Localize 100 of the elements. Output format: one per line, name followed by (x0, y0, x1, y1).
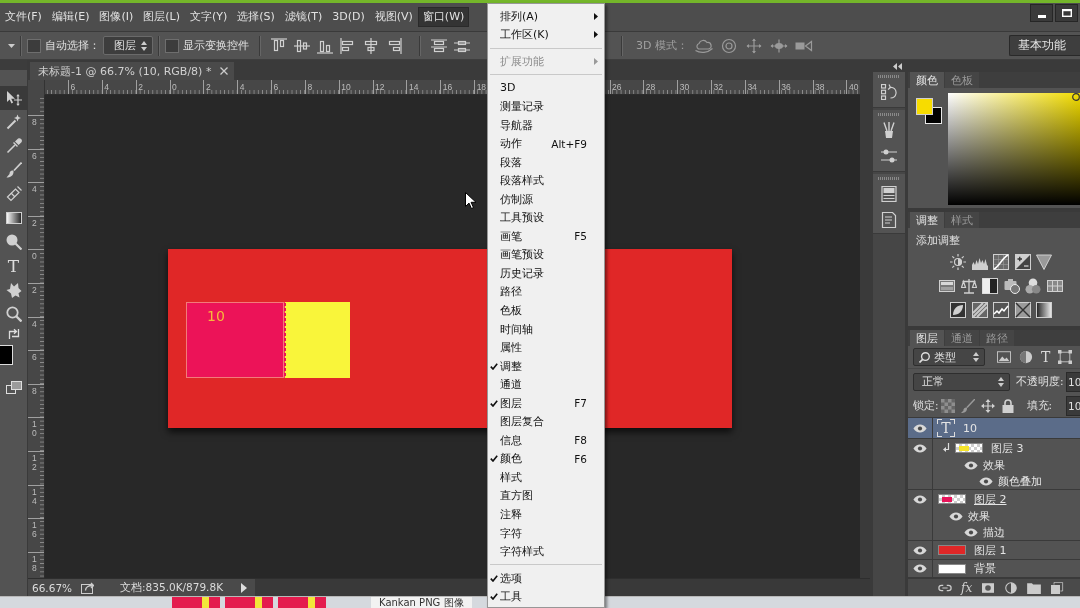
menu-item[interactable]: 历史记录 (488, 264, 604, 283)
eye-icon[interactable] (979, 476, 993, 486)
menu-bar-item[interactable]: 图像(I) (94, 7, 139, 27)
picker-ring-icon[interactable] (1072, 93, 1080, 101)
menu-item[interactable]: 测量记录 (488, 97, 604, 116)
menu-item[interactable]: 路径 (488, 282, 604, 302)
transform-square-icon[interactable] (1058, 350, 1073, 364)
menu-item[interactable]: 导航器 (488, 115, 604, 135)
menu-bar-item[interactable]: 图层(L) (138, 7, 185, 27)
menu-item[interactable]: 仿制源 (488, 189, 604, 209)
panel-tab[interactable]: 色板 (945, 72, 979, 88)
image-thumbnail[interactable] (172, 597, 220, 608)
menu-bar-item[interactable]: 窗口(W) (417, 7, 470, 27)
menu-bar-item[interactable]: 视图(V) (369, 7, 418, 27)
distribute-top-icon[interactable] (431, 37, 447, 54)
menu-item[interactable]: 样式 (488, 468, 604, 487)
menu-bar-item[interactable]: 选择(S) (232, 7, 280, 27)
target-dropdown[interactable]: 图层 (103, 36, 153, 55)
layer-row[interactable]: 图层 1 (908, 541, 1080, 559)
type-filter-button[interactable]: T (1041, 349, 1051, 365)
half-filled-square-icon[interactable] (982, 278, 999, 294)
menu-item[interactable]: 段落 (488, 152, 604, 172)
grid-icon[interactable] (1046, 278, 1063, 294)
minimize-button[interactable] (1030, 4, 1053, 22)
fill-field[interactable]: 10 (1066, 395, 1080, 416)
gradient-square-icon[interactable] (1036, 302, 1052, 318)
menu-bar-item[interactable]: 3D(D) (327, 7, 370, 27)
menu-item[interactable]: 字符 (488, 523, 604, 543)
eye-icon[interactable] (913, 443, 927, 453)
menu-item[interactable]: 调整 (488, 356, 604, 376)
checkerboard-icon[interactable] (940, 398, 955, 413)
double-arrow-left-icon[interactable] (893, 62, 902, 70)
slide-arrows-icon[interactable] (769, 37, 788, 54)
image-icon[interactable] (997, 350, 1011, 364)
align-middle-icon[interactable] (294, 37, 310, 54)
menu-item[interactable]: 画笔 F5 (488, 227, 604, 246)
menu-item[interactable]: 动作 Alt+F9 (488, 134, 604, 153)
note-page-icon[interactable] (881, 212, 897, 228)
menu-item[interactable]: 图层复合 (488, 412, 604, 432)
menu-item[interactable]: 字符样式 (488, 542, 604, 561)
taskbar-button[interactable]: Kankan PNG 图像 (371, 597, 472, 608)
workspace-button[interactable]: 基本功能 (1009, 35, 1080, 56)
triangle-right-icon[interactable] (241, 582, 247, 593)
striped-bars-icon[interactable] (939, 278, 956, 294)
four-arrows-icon[interactable] (744, 37, 763, 54)
panel-tab[interactable]: 调整 (910, 212, 944, 228)
plus-minus-square-icon[interactable] (1014, 254, 1031, 270)
zigzag-square-icon[interactable] (993, 302, 1009, 318)
move-arrows-icon[interactable] (980, 398, 995, 413)
blend-mode-dropdown[interactable]: 正常 (913, 372, 1010, 391)
color-swatches-icon[interactable] (916, 98, 942, 124)
align-left-icon[interactable] (340, 37, 356, 54)
brush-cup-icon[interactable] (881, 122, 897, 138)
folder-icon[interactable] (1027, 581, 1042, 594)
eye-icon[interactable] (964, 460, 978, 470)
panel-tab[interactable]: 路径 (980, 330, 1014, 346)
scales-icon[interactable] (960, 278, 977, 294)
menu-item[interactable]: 通道 (488, 375, 604, 394)
ring-icon[interactable] (719, 37, 738, 54)
leaf-square-icon[interactable] (950, 302, 966, 318)
menu-item[interactable]: 工作区(K) (488, 25, 604, 45)
tool-button[interactable] (0, 86, 27, 110)
menu-item[interactable]: 注释 (488, 505, 604, 524)
eye-icon[interactable] (913, 564, 927, 573)
eye-icon[interactable] (913, 545, 927, 555)
panel-tab[interactable]: 图层 (910, 330, 944, 346)
maximize-button[interactable] (1055, 4, 1078, 22)
sliders-icon[interactable] (881, 148, 897, 164)
swap-arrows-icon[interactable] (7, 328, 20, 340)
menu-item[interactable]: 段落样式 (488, 171, 604, 190)
menu-bar-item[interactable]: 文件(F) (0, 7, 47, 27)
effect-name[interactable]: 描边 (983, 524, 1005, 540)
color-field[interactable] (948, 93, 1080, 205)
mask-icon[interactable] (981, 581, 996, 594)
eye-icon[interactable] (949, 511, 963, 521)
menu-item[interactable]: 排列(A) (488, 7, 604, 26)
sun-icon[interactable] (950, 254, 966, 270)
grip-icon[interactable] (878, 113, 900, 116)
panel-tab[interactable]: 颜色 (910, 72, 944, 88)
menu-bar-item[interactable]: 滤镜(T) (279, 7, 328, 27)
close-icon[interactable] (220, 67, 229, 75)
panel-tab[interactable]: 通道 (945, 330, 979, 346)
layer-row[interactable]: 背景 (908, 560, 1080, 577)
brush-icon[interactable] (960, 398, 975, 413)
cloud-orbit-icon[interactable] (694, 37, 713, 54)
menu-bar-item[interactable]: 编辑(E) (46, 7, 95, 27)
menu-item[interactable]: 属性 (488, 338, 604, 357)
filter-dropdown[interactable]: 类型 (913, 348, 985, 366)
menu-item[interactable]: 色板 (488, 301, 604, 320)
eye-icon[interactable] (913, 423, 927, 433)
panel-tab[interactable]: 样式 (945, 212, 979, 228)
diagonal-stripes-icon[interactable] (971, 302, 988, 318)
align-top-icon[interactable] (271, 37, 287, 54)
eye-icon[interactable] (964, 527, 978, 537)
menu-item[interactable]: 工具预设 (488, 208, 604, 227)
effects-button[interactable]: fx (961, 580, 973, 595)
overlapping-windows-icon[interactable] (5, 381, 22, 394)
camera-circle-icon[interactable] (1003, 278, 1020, 294)
menu-item[interactable]: 时间轴 (488, 319, 604, 339)
history-icon[interactable] (881, 84, 897, 100)
